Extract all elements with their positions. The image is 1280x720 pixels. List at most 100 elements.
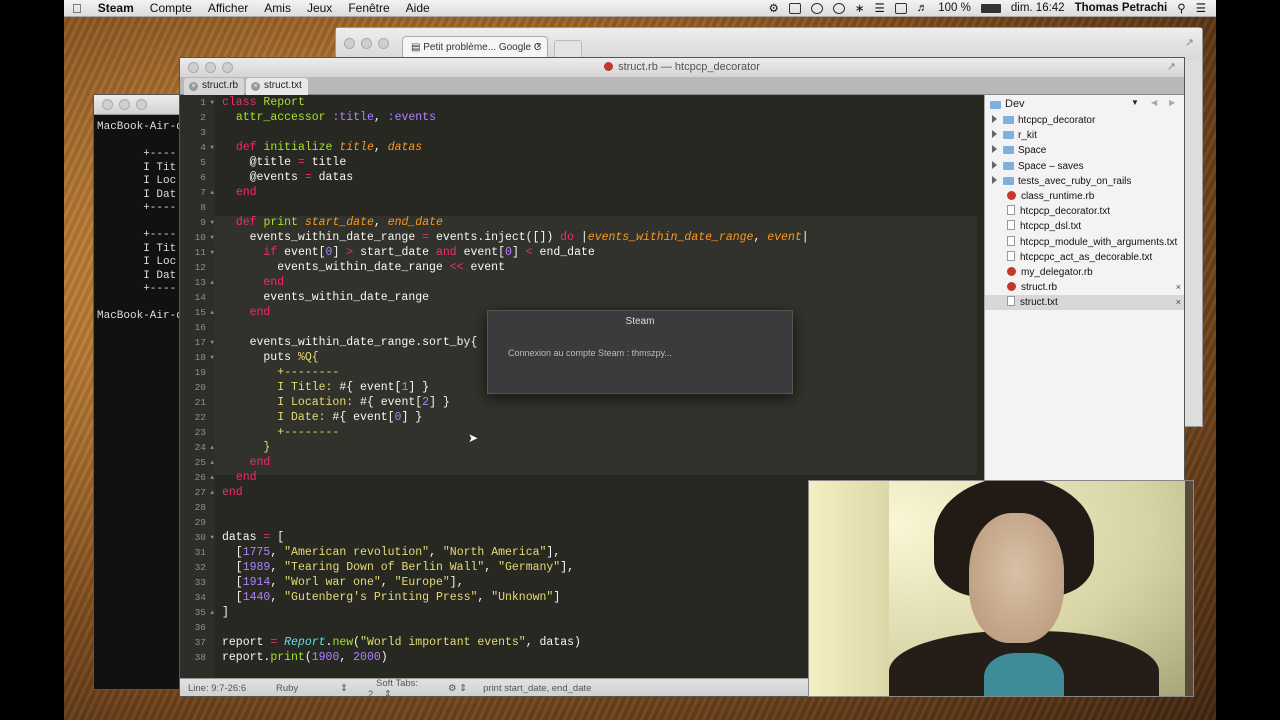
close-file-icon[interactable]: × xyxy=(1176,295,1181,310)
back-icon[interactable]: ◀ xyxy=(1151,98,1157,107)
zoom-icon[interactable] xyxy=(378,38,389,49)
fullscreen-icon[interactable]: ↗ xyxy=(1185,36,1194,49)
sidebar-folder[interactable]: Space – saves xyxy=(985,159,1184,174)
tab-struct-rb[interactable]: × struct.rb xyxy=(184,78,245,95)
display-icon[interactable] xyxy=(894,2,907,14)
sidebar-file[interactable]: htcpcp_module_with_arguments.txt xyxy=(985,235,1184,250)
line-number: 34 xyxy=(194,592,206,603)
sidebar-file[interactable]: htcpcpc_act_as_decorable.txt xyxy=(985,250,1184,265)
disclosure-triangle-icon[interactable] xyxy=(992,160,997,169)
close-tab-icon[interactable]: × xyxy=(189,82,198,91)
close-icon[interactable] xyxy=(344,38,355,49)
time-machine-icon[interactable] xyxy=(810,2,823,14)
sidebar-header[interactable]: Dev ▼ ◀ ▶ xyxy=(985,95,1184,113)
line-number-gutter: 1234567891011121314151617181920212223242… xyxy=(180,95,215,678)
volume-icon[interactable]: ♬ xyxy=(917,2,929,14)
tab-label: struct.txt xyxy=(264,80,302,91)
battery-label[interactable]: 100 % xyxy=(938,2,971,14)
steam-status-icon[interactable]: ⚙ xyxy=(769,1,779,15)
sidebar-folder[interactable]: tests_avec_ruby_on_rails xyxy=(985,174,1184,189)
ruby-file-icon xyxy=(1007,267,1016,276)
folder-icon xyxy=(1003,161,1014,170)
page-icon: ▤ xyxy=(411,42,424,53)
sidebar-file[interactable]: my_delegator.rb xyxy=(985,265,1184,280)
tab-struct-txt[interactable]: × struct.txt xyxy=(246,78,308,95)
folder-icon xyxy=(1003,176,1014,185)
steam-login-dialog[interactable]: Steam Connexion au compte Steam : thmszp… xyxy=(487,310,793,394)
sidebar-folder[interactable]: Space xyxy=(985,143,1184,158)
line-number: 19 xyxy=(194,367,206,378)
menu-jeux[interactable]: Jeux xyxy=(299,1,340,15)
bluetooth-icon[interactable]: ∗ xyxy=(855,1,865,15)
sidebar-folder[interactable]: htcpcp_decorator xyxy=(985,113,1184,128)
spotlight-icon[interactable]: ⚲ xyxy=(1177,1,1185,15)
line-number: 31 xyxy=(194,547,206,558)
text-file-icon xyxy=(1007,235,1015,246)
syntax-selector[interactable]: Ruby ⇕ xyxy=(260,683,360,694)
menu-aide[interactable]: Aide xyxy=(398,1,438,15)
line-number: 38 xyxy=(194,652,206,663)
minimize-icon[interactable] xyxy=(205,62,216,73)
line-number: 13 xyxy=(180,275,215,290)
clock-icon[interactable] xyxy=(832,2,845,14)
menu-afficher[interactable]: Afficher xyxy=(200,1,256,15)
menu-amis[interactable]: Amis xyxy=(256,1,299,15)
sublime-titlebar[interactable]: struct.rb — htcpcp_decorator ↗ xyxy=(180,58,1184,77)
code-line: report = Report.new("World important eve… xyxy=(222,636,581,649)
fullscreen-icon[interactable]: ↗ xyxy=(1167,58,1176,77)
apple-menu-icon[interactable]:  xyxy=(64,1,90,16)
battery-icon[interactable] xyxy=(980,3,1001,13)
disclosure-triangle-icon[interactable] xyxy=(992,130,997,139)
zoom-icon[interactable] xyxy=(136,99,147,110)
sidebar-item-label: htcpcp_dsl.txt xyxy=(1020,221,1082,233)
user-name[interactable]: Thomas Petrachi xyxy=(1075,2,1168,14)
dropdown-icon[interactable]: ▼ xyxy=(1131,98,1139,107)
text-file-icon xyxy=(1007,205,1015,216)
close-icon[interactable] xyxy=(188,62,199,73)
indentation-selector[interactable]: Soft Tabs: 2 ⇕ xyxy=(360,678,440,697)
sidebar-item-label: Space – saves xyxy=(1018,160,1084,172)
line-number: 3 xyxy=(200,127,206,138)
clock-label[interactable]: dim. 16:42 xyxy=(1011,2,1065,14)
sidebar-file[interactable]: htcpcp_dsl.txt xyxy=(985,219,1184,234)
code-line: events_within_date_range = events.inject… xyxy=(222,231,809,244)
sidebar-folder[interactable]: r_kit xyxy=(985,128,1184,143)
close-icon[interactable] xyxy=(102,99,113,110)
wifi-icon[interactable]: ☰ xyxy=(874,1,884,15)
folder-icon xyxy=(1003,131,1014,140)
menu-fenetre[interactable]: Fenêtre xyxy=(340,1,397,15)
disclosure-triangle-icon[interactable] xyxy=(992,145,997,154)
sidebar-file[interactable]: class_runtime.rb xyxy=(985,189,1184,204)
dialog-message: Connexion au compte Steam : thmszpy... xyxy=(508,348,672,358)
minimize-icon[interactable] xyxy=(119,99,130,110)
camera-icon[interactable] xyxy=(788,2,801,14)
code-line: [1914, "Worl war one", "Europe"], xyxy=(222,576,464,589)
text-file-icon xyxy=(1007,296,1015,307)
chrome-titlebar[interactable]: ▤ Petit problème... Google C × ↗ xyxy=(336,28,1202,60)
line-number: 8 xyxy=(200,202,206,213)
zoom-icon[interactable] xyxy=(222,62,233,73)
code-line: end xyxy=(249,306,271,319)
syntax-label: Ruby xyxy=(276,683,299,694)
disclosure-triangle-icon[interactable] xyxy=(992,115,997,123)
line-number: 11 xyxy=(180,245,215,260)
menu-compte[interactable]: Compte xyxy=(142,1,200,15)
mouse-cursor-icon: ➤ xyxy=(468,431,479,445)
code-line: I Title: #{ event[1] } xyxy=(222,381,430,394)
code-line: I Date: #{ event[0] } xyxy=(222,411,423,424)
disclosure-triangle-icon[interactable] xyxy=(992,175,997,184)
close-file-icon[interactable]: × xyxy=(1176,280,1181,295)
notification-center-icon[interactable]: ☰ xyxy=(1196,1,1206,15)
sidebar-file[interactable]: htcpcp_decorator.txt xyxy=(985,204,1184,219)
minimize-icon[interactable] xyxy=(361,38,372,49)
forward-icon[interactable]: ▶ xyxy=(1169,98,1175,107)
sidebar-item-label: struct.txt xyxy=(1020,297,1058,309)
new-tab-button[interactable] xyxy=(554,40,582,58)
gear-icon[interactable]: ⚙ ⇕ xyxy=(440,683,475,694)
close-tab-icon[interactable]: × xyxy=(536,41,542,52)
close-tab-icon[interactable]: × xyxy=(251,82,260,91)
menu-app-steam[interactable]: Steam xyxy=(90,1,142,15)
code-line: report.print(1900, 2000) xyxy=(222,651,388,664)
sidebar-file[interactable]: struct.txt × xyxy=(985,295,1184,311)
sidebar-file[interactable]: struct.rb × xyxy=(985,280,1184,295)
